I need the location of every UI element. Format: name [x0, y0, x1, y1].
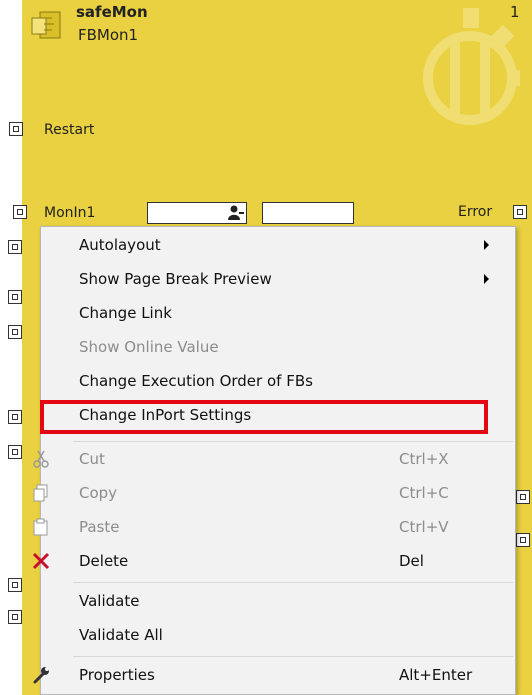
input-port[interactable]: [8, 445, 22, 459]
wrench-icon: [33, 667, 49, 684]
menu-item-validate[interactable]: Validate: [41, 585, 515, 617]
menu-item-autolayout[interactable]: Autolayout: [41, 229, 515, 261]
menu-item-label: Delete: [79, 552, 129, 570]
menu-item-shortcut: Del: [399, 552, 424, 570]
menu-item-label: Autolayout: [79, 236, 161, 254]
input-port[interactable]: [8, 325, 22, 339]
menu-item-shortcut: Ctrl+V: [399, 518, 449, 536]
menu-item-label: Validate All: [79, 626, 163, 644]
menu-item-copy[interactable]: Copy Ctrl+C: [33, 477, 515, 509]
menu-item-delete[interactable]: Delete Del: [32, 545, 515, 577]
input-port[interactable]: [8, 290, 22, 304]
gear-watermark-icon: [423, 8, 520, 125]
block-instance-name: FBMon1: [78, 26, 139, 44]
menu-item-properties[interactable]: Properties Alt+Enter: [33, 659, 515, 691]
function-block-type-icon: [31, 11, 61, 39]
menu-item-validate-all[interactable]: Validate All: [41, 619, 515, 651]
restart-port-label: Restart: [44, 122, 95, 138]
menu-item-paste[interactable]: Paste Ctrl+V: [33, 511, 515, 543]
input-port[interactable]: [8, 578, 22, 592]
menu-item-shortcut: Alt+Enter: [399, 666, 473, 684]
menu-item-label: Validate: [79, 592, 140, 610]
monin1-input-port[interactable]: [13, 205, 27, 219]
menu-separator: [73, 582, 513, 583]
output-port[interactable]: [516, 490, 530, 504]
user-icon: [228, 205, 244, 220]
error-port-label: Error: [458, 204, 493, 220]
paste-icon: [33, 518, 48, 536]
menu-separator: [73, 441, 513, 442]
menu-item-label: Show Online Value: [79, 338, 219, 356]
menu-item-shortcut: Ctrl+C: [399, 484, 449, 502]
restart-input-port[interactable]: [9, 122, 23, 136]
context-menu: Autolayout Show Page Break Preview Chang…: [32, 226, 516, 695]
input-port[interactable]: [8, 240, 22, 254]
menu-item-change-execution-order[interactable]: Change Execution Order of FBs: [41, 365, 515, 397]
input-port[interactable]: [8, 410, 22, 424]
menu-item-cut[interactable]: Cut Ctrl+X: [33, 443, 515, 475]
delete-x-icon: [32, 552, 50, 570]
menu-item-show-page-break-preview[interactable]: Show Page Break Preview: [41, 263, 515, 295]
input-port[interactable]: [8, 610, 22, 624]
menu-item-label: Properties: [79, 666, 155, 684]
menu-item-show-online-value[interactable]: Show Online Value: [41, 331, 515, 363]
menu-item-label: Paste: [79, 518, 120, 536]
menu-item-shortcut: Ctrl+X: [399, 450, 449, 468]
monin1-port-label: MonIn1: [44, 205, 96, 221]
monin1-second-value-box[interactable]: [262, 202, 354, 224]
error-output-port[interactable]: [513, 205, 527, 219]
menu-item-label: Show Page Break Preview: [79, 270, 272, 288]
menu-item-label: Change Link: [79, 304, 172, 322]
highlight-box: [40, 400, 488, 434]
menu-item-label: Copy: [79, 484, 118, 502]
menu-item-label: Change Execution Order of FBs: [79, 372, 313, 390]
output-port[interactable]: [516, 533, 530, 547]
submenu-arrow-icon: [484, 240, 489, 250]
menu-item-change-link[interactable]: Change Link: [41, 297, 515, 329]
menu-item-label: Cut: [79, 450, 105, 468]
menu-separator: [73, 656, 513, 657]
submenu-arrow-icon: [484, 274, 489, 284]
block-type-label: safeMon: [76, 3, 148, 21]
copy-icon: [33, 484, 48, 502]
scissors-icon: [33, 450, 49, 468]
